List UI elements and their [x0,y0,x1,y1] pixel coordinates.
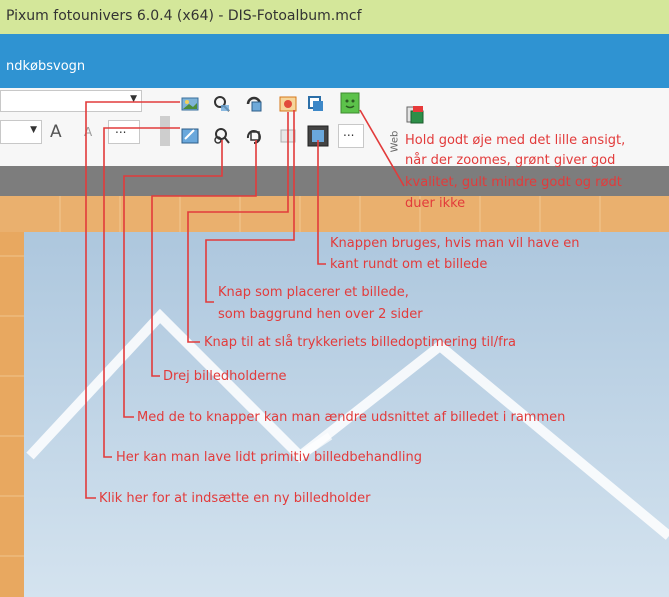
menu-bar: ndkøbsvogn [0,34,669,88]
quality-face-icon [340,92,360,114]
font-shrink-button[interactable]: A [84,125,92,139]
ribbon-toolbar: ▼ ▼ A A ... ... Web [0,88,669,166]
zoom-in-icon [214,96,230,112]
rotate-holder-button[interactable] [244,126,264,146]
frame-icon [308,96,323,111]
zoom-out-button[interactable] [212,126,232,146]
optimization-toggle-button[interactable] [278,126,298,146]
font-size-combo[interactable]: ▼ [0,120,42,144]
picture-placeholder-button[interactable] [404,104,424,124]
menu-item-shopping-cart[interactable]: ndkøbsvogn [6,59,85,74]
border-icon [307,125,329,147]
window-title: Pixum fotounivers 6.0.4 (x64) - DIS-Foto… [6,8,362,24]
font-grow-button[interactable]: A [50,122,62,142]
zoom-out-icon [214,128,230,144]
insert-picture-holder-icon [181,97,199,111]
chevron-down-icon: ▼ [130,94,137,104]
zoom-in-button[interactable] [212,94,232,114]
rotate-holder-icon [246,130,261,144]
ellipsis-icon: ... [343,125,355,139]
optimization-icon [280,129,296,143]
insert-picture-holder-button[interactable] [180,94,200,114]
image-edit-icon [181,128,199,144]
page-strip [0,166,669,196]
frame-button[interactable] [306,94,326,114]
top-tile-border [0,196,669,232]
picture-group-label [160,116,170,146]
background-picture-icon [279,96,297,112]
image-edit-button[interactable] [180,126,200,146]
quality-face-button[interactable] [340,92,360,114]
border-button[interactable] [306,124,330,148]
ellipsis-text: ... [115,122,127,136]
layout-combo[interactable]: ▼ [0,90,142,112]
web-label: Web [389,130,401,153]
border-more-button[interactable]: ... [338,124,364,148]
rotate-icon [246,96,262,112]
photo-area [0,196,669,597]
background-picture-button[interactable] [278,94,298,114]
picture-placeholder-icon [406,106,424,124]
more-options-combo[interactable]: ... [108,120,140,144]
rotate-button[interactable] [244,94,264,114]
chevron-down-icon: ▼ [30,125,37,135]
title-bar: Pixum fotounivers 6.0.4 (x64) - DIS-Foto… [0,0,669,34]
